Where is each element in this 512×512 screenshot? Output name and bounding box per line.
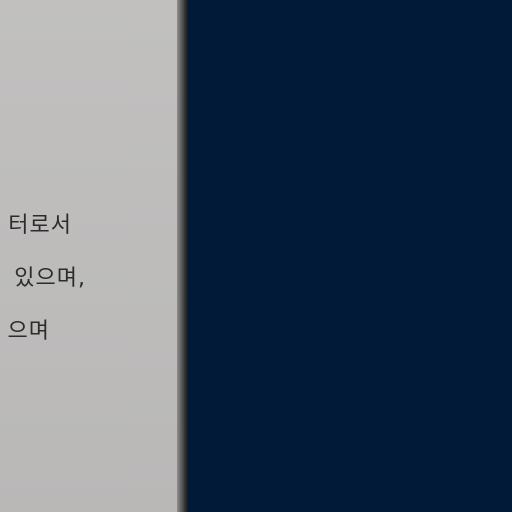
text-line-1: 터로서 <box>8 213 72 238</box>
page-edge-shadow <box>177 0 188 512</box>
text-line-2: 있으며, <box>14 266 86 291</box>
text-line-3: 으며 <box>7 319 50 344</box>
paper-page: 터로서 있으며, 으며 <box>0 0 178 512</box>
dark-background-panel <box>188 0 512 512</box>
document-text: 터로서 있으며, 으며 <box>0 199 178 358</box>
